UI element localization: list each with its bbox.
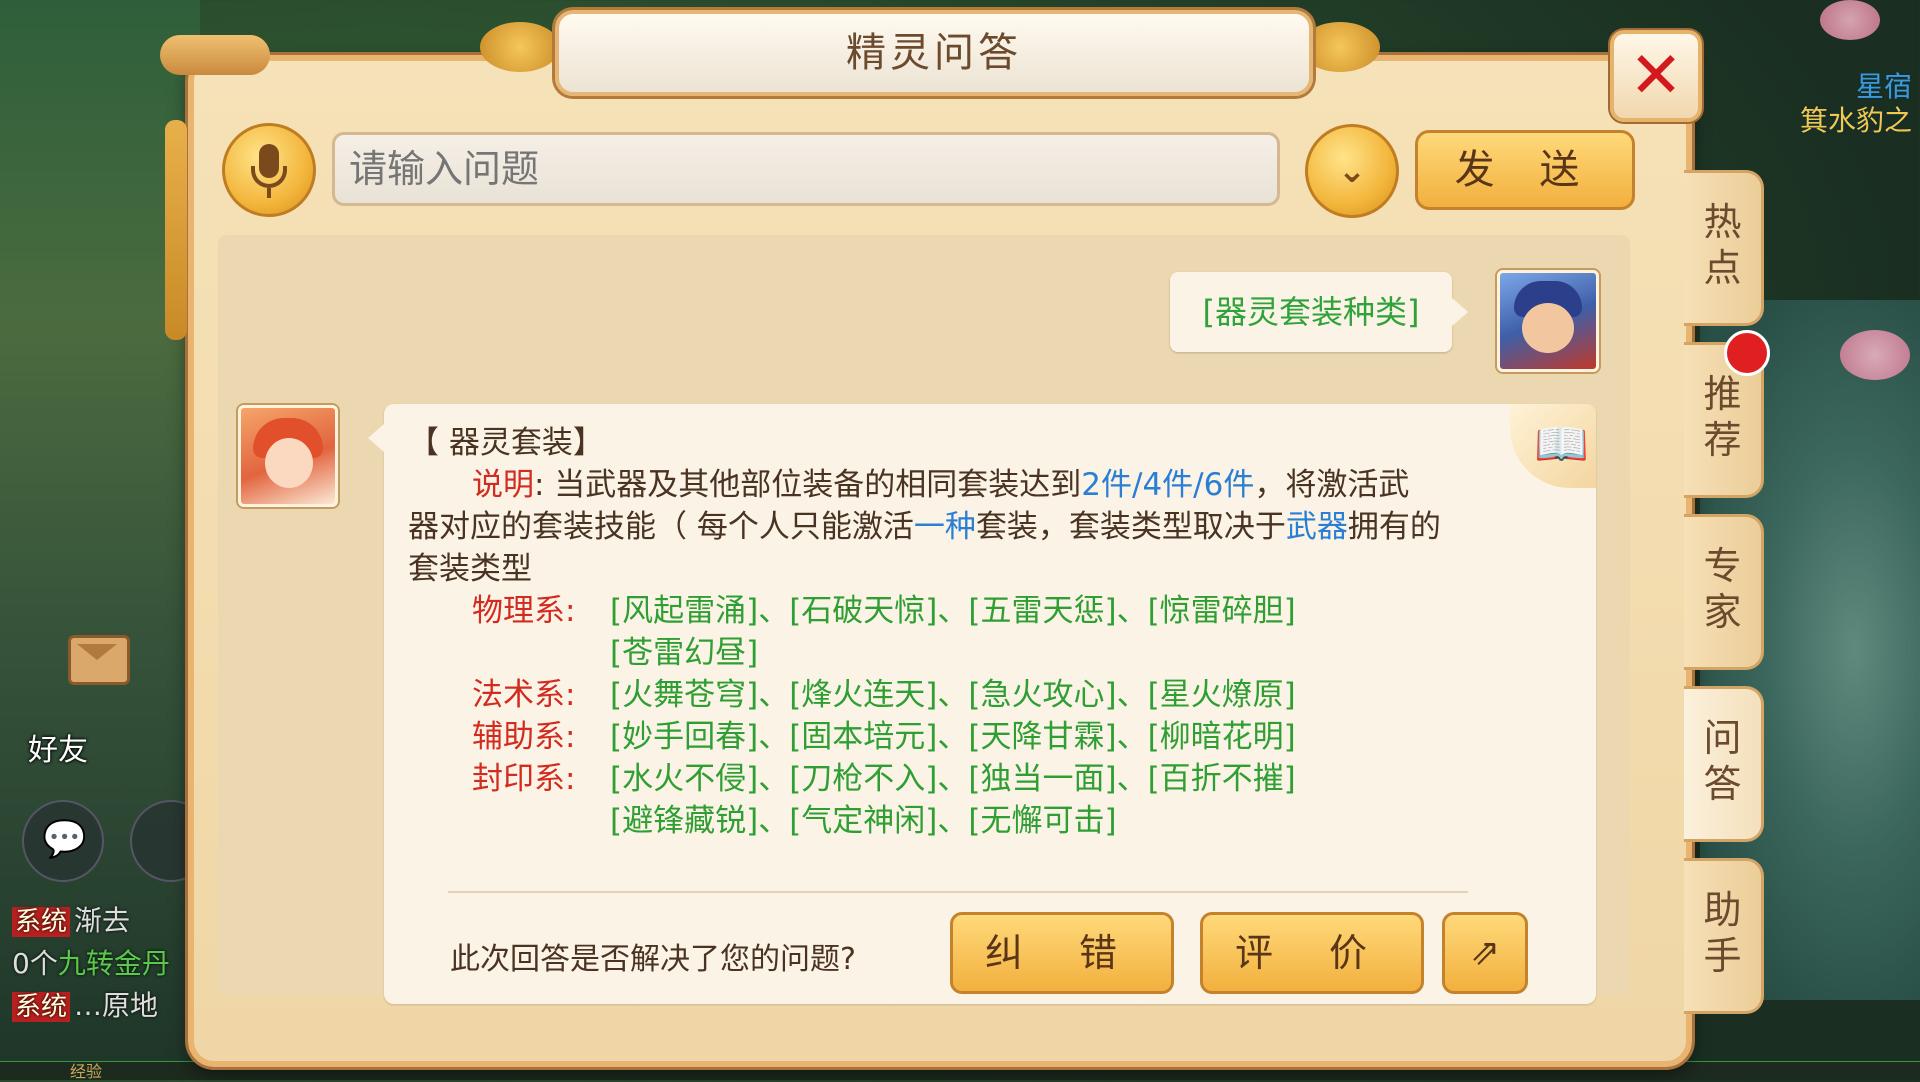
chat-line: 系统 …原地 (12, 985, 192, 1028)
dialog-title: 精灵问答 (555, 10, 1313, 96)
close-button[interactable]: ✕ (1610, 30, 1702, 122)
constellation-label: 星宿 箕水豹之 (1799, 70, 1912, 137)
lotus-decoration (1840, 330, 1910, 380)
chevron-down-icon: ⌄ (1337, 151, 1367, 191)
send-button[interactable]: 发 送 (1415, 130, 1635, 210)
user-avatar (1497, 270, 1599, 372)
chat-line: 系统 渐去 (12, 900, 192, 943)
chat-log: 系统 渐去 0个九转金丹 系统 …原地 (12, 900, 192, 1028)
rate-button[interactable]: 评 价 (1200, 912, 1424, 994)
tab-assistant[interactable]: 助 手 (1684, 858, 1764, 1014)
answer-text: 【 器灵套装】 说明: 当武器及其他部位装备的相同套装达到2件/4件/6件，将激… (408, 422, 1558, 842)
share-button[interactable]: ⇗ (1442, 912, 1528, 994)
answer-bubble: 📖 【 器灵套装】 说明: 当武器及其他部位装备的相同套装达到2件/4件/6件，… (368, 404, 1596, 1004)
share-icon: ⇗ (1469, 932, 1501, 973)
lotus-decoration (1820, 0, 1880, 40)
notification-dot (1724, 330, 1770, 376)
close-icon: ✕ (1629, 39, 1683, 113)
category-support: 辅助系: [妙手回春]、[固本培元]、[天降甘霖]、[柳暗花明] (472, 719, 1296, 755)
microphone-button[interactable] (222, 123, 316, 217)
scroll-ornament (160, 35, 270, 75)
category-physical: 物理系: [风起雷涌]、[石破天惊]、[五雷天惩]、[惊雷碎胆] (472, 593, 1296, 629)
category-seal: 封印系: [水火不侵]、[刀枪不入]、[独当一面]、[百折不摧] (472, 761, 1296, 797)
dropdown-button[interactable]: ⌄ (1305, 124, 1399, 218)
chat-icon[interactable] (22, 800, 104, 882)
user-message-bubble[interactable]: [器灵套装种类] (1170, 272, 1468, 352)
feedback-question: 此次回答是否解决了您的问题? (450, 942, 856, 977)
desc-label: 说明 (472, 467, 534, 503)
mail-icon[interactable] (68, 635, 130, 685)
cloud-ornament-left (480, 22, 560, 72)
divider (448, 891, 1468, 893)
question-input[interactable] (332, 132, 1280, 206)
tassel-ornament (165, 120, 187, 340)
friend-button[interactable]: 好友 (28, 725, 88, 769)
chat-line: 0个九转金丹 (12, 947, 170, 980)
npc-avatar (238, 405, 338, 507)
category-magic: 法术系: [火舞苍穹]、[烽火连天]、[急火攻心]、[星火燎原] (472, 677, 1296, 713)
answer-heading: 【 器灵套装】 (408, 425, 604, 461)
tab-qa[interactable]: 问 答 (1684, 686, 1764, 842)
correct-button[interactable]: 纠 错 (950, 912, 1174, 994)
tab-hot[interactable]: 热 点 (1684, 170, 1764, 326)
tab-expert[interactable]: 专 家 (1684, 514, 1764, 670)
